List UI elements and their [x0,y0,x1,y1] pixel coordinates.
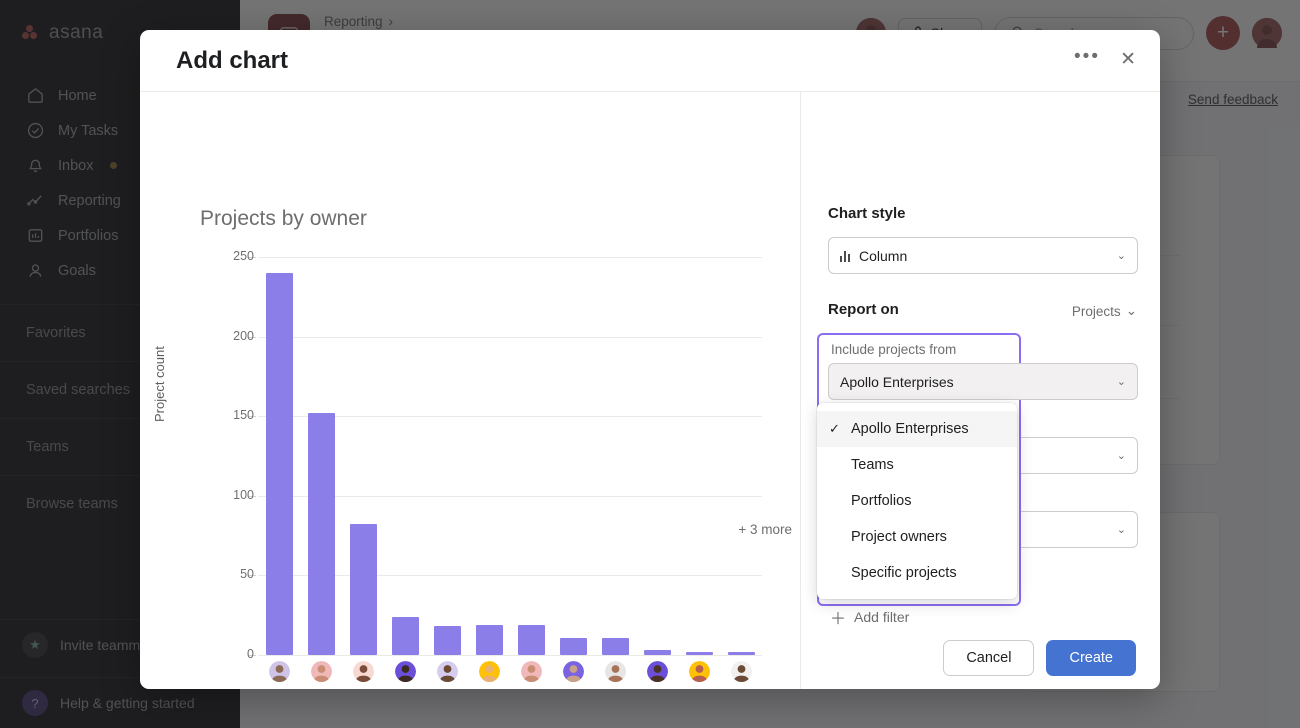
column-chart-icon [840,250,850,262]
chart-plot-area: 250200150100500 [258,257,762,687]
chart-y-tick-label: 50 [164,567,254,581]
dropdown-option-label: Teams [851,457,894,473]
chart-preview-pane: Projects by owner Project count 25020015… [140,92,800,689]
chart-title: Projects by owner [200,207,367,231]
dropdown-option-label: Specific projects [851,565,957,581]
chart-x-axis-avatar[interactable] [437,661,458,682]
chevron-down-icon: ⌄ [1117,523,1126,536]
report-on-type-select[interactable]: Projects ⌄ [1072,303,1137,319]
chart-bar[interactable] [602,638,629,656]
chart-x-axis-avatar[interactable] [521,661,542,682]
chart-bar[interactable] [266,273,293,655]
add-filter-button[interactable]: ＋ Add filter [830,605,909,629]
chart-bar[interactable] [392,617,419,655]
chevron-down-icon: ⌄ [1117,249,1126,262]
dialog-footer: Cancel Create [800,627,1160,689]
dropdown-option[interactable]: ✓Apollo Enterprises [817,411,1017,447]
plus-icon: ＋ [830,605,846,629]
chevron-down-icon: ⌄ [1126,303,1137,319]
chevron-down-icon: ⌄ [1117,375,1126,388]
chart-x-axis-avatar[interactable] [605,661,626,682]
dropdown-option[interactable]: Teams [817,447,1017,483]
chart-y-tick-label: 200 [164,329,254,343]
chart-overflow-label[interactable]: + 3 more [738,522,792,537]
dialog-title: Add chart [176,47,288,75]
chart-style-select[interactable]: Column ⌄ [828,237,1138,274]
chart-bar[interactable] [560,638,587,656]
ellipsis-icon[interactable]: ••• [1074,52,1100,62]
chart-x-axis-avatar[interactable] [731,661,752,682]
dialog-body: Projects by owner Project count 25020015… [140,92,1160,689]
check-icon: ✓ [829,421,851,437]
add-filter-label: Add filter [854,609,909,625]
dropdown-option[interactable]: Portfolios [817,483,1017,519]
chart-bar[interactable] [434,626,461,655]
cancel-button[interactable]: Cancel [943,640,1034,676]
add-chart-dialog: Add chart ••• ✕ Projects by owner Projec… [140,30,1160,689]
chart-y-tick-label: 0 [164,647,254,661]
chart-x-axis-avatar[interactable] [647,661,668,682]
dialog-header: Add chart ••• ✕ [140,30,1160,92]
close-icon[interactable]: ✕ [1120,52,1136,68]
chart-bar[interactable] [686,652,713,655]
filter-source-value: Apollo Enterprises [840,374,954,390]
chart-style-label: Chart style [828,205,906,222]
chart-gridline [258,337,762,338]
chart-config-pane: Chart style Column ⌄ Report on Projects … [800,92,1160,689]
chart-x-axis-avatar[interactable] [563,661,584,682]
chart-style-value: Column [859,248,907,264]
chart-bar[interactable] [728,652,755,655]
create-button[interactable]: Create [1046,640,1136,676]
dropdown-option-label: Apollo Enterprises [851,421,969,437]
dropdown-option[interactable]: Project owners [817,519,1017,555]
dropdown-option-label: Portfolios [851,493,911,509]
report-on-type-value: Projects [1072,304,1121,319]
chart-gridline [258,257,762,258]
filter-source-dropdown[interactable]: ✓Apollo Enterprises Teams Portfolios Projec… [817,403,1017,599]
chart-x-axis-avatar[interactable] [395,661,416,682]
chart-bar[interactable] [644,650,671,655]
dropdown-option[interactable]: Specific projects [817,555,1017,591]
chart-x-axis-avatar[interactable] [689,661,710,682]
dropdown-option-label: Project owners [851,529,947,545]
chart-x-axis-avatar[interactable] [311,661,332,682]
chart-y-tick-label: 250 [164,249,254,263]
chart-x-axis-avatar[interactable] [269,661,290,682]
chart-gridline [258,655,762,656]
filter-source-select[interactable]: Apollo Enterprises ⌄ [828,363,1138,400]
report-on-label: Report on [828,301,899,318]
chart-bar[interactable] [476,625,503,655]
chart-x-axis-avatar[interactable] [479,661,500,682]
chart-bar[interactable] [308,413,335,655]
chart-x-axis-avatar[interactable] [353,661,374,682]
chart-bar[interactable] [350,524,377,655]
chart-bar[interactable] [518,625,545,655]
include-projects-from-label: Include projects from [831,342,956,357]
chart-y-tick-label: 150 [164,408,254,422]
chevron-down-icon: ⌄ [1117,449,1126,462]
chart-y-tick-label: 100 [164,488,254,502]
